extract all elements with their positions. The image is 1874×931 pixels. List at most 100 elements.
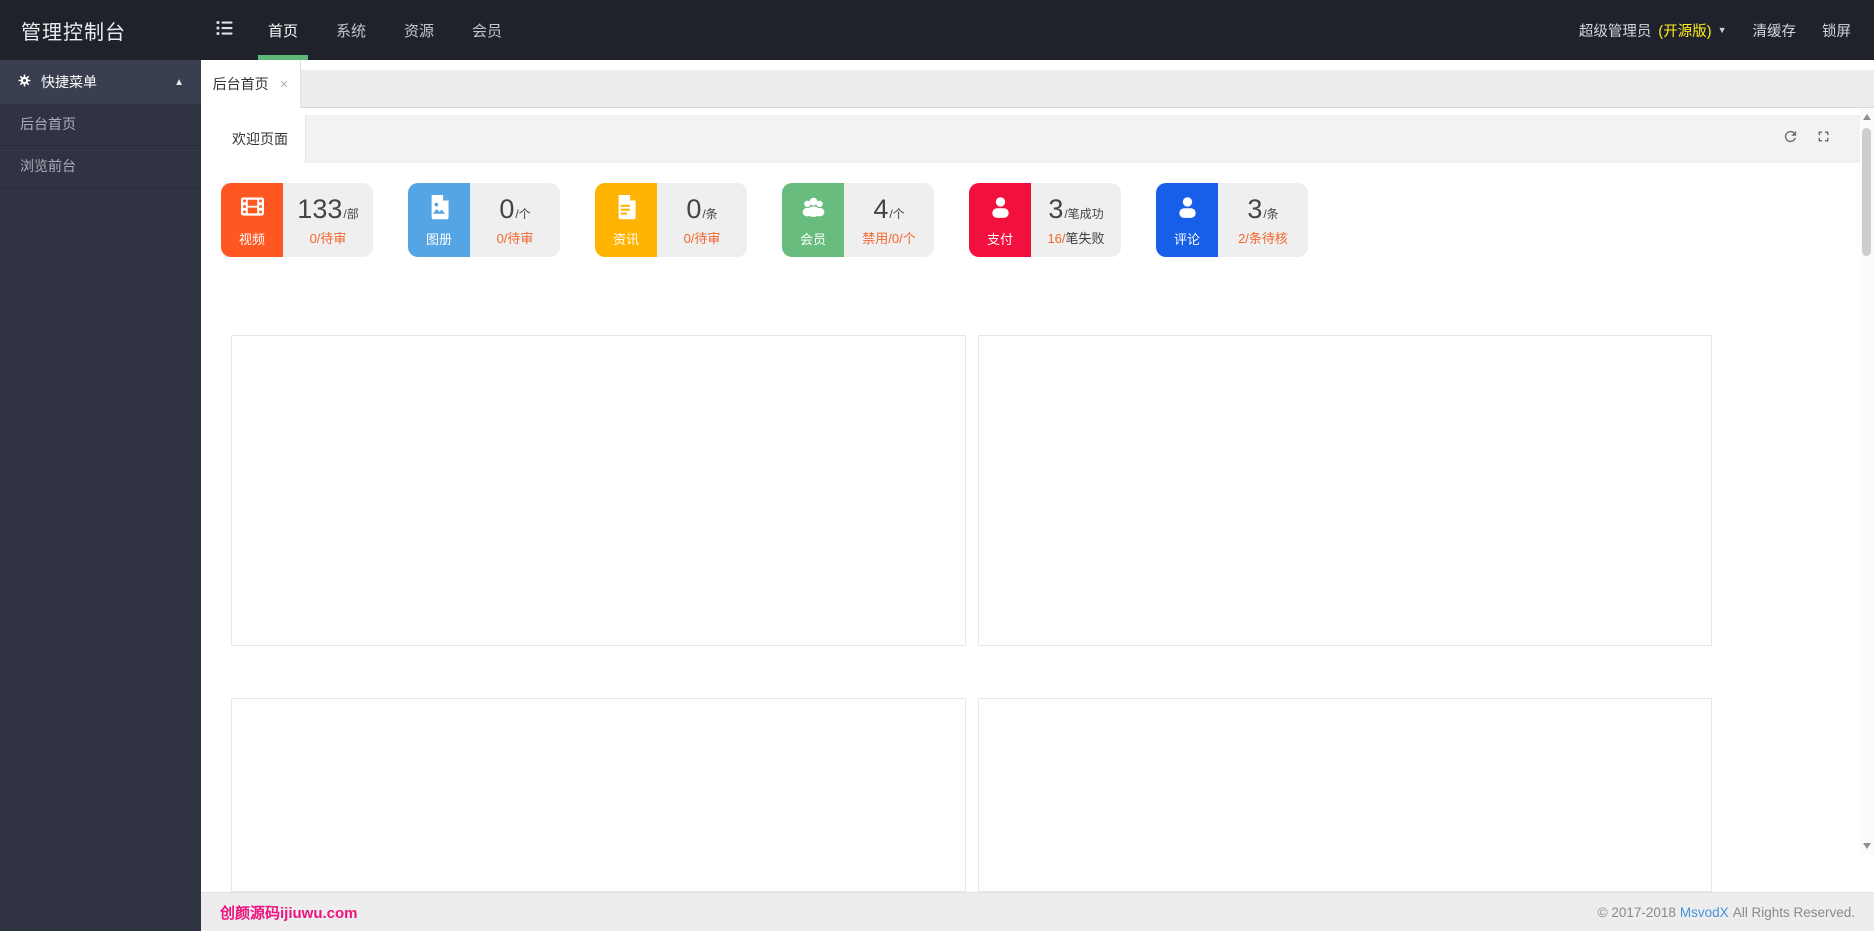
stats-row: 视频 133/部 0/待审 图册 0/个 0/待审 资讯 0 /条 0/待审 会… <box>221 183 1860 257</box>
caret-down-icon: ▼ <box>1717 25 1727 35</box>
stat-info: 0/个 0/待审 <box>470 183 560 257</box>
stat-unit: /笔成功 <box>1064 206 1104 221</box>
stat-value: 3 <box>1247 193 1263 224</box>
stat-value: 4 <box>873 193 889 224</box>
stat-info: 3/条 2/条待核 <box>1218 183 1308 257</box>
sidebar-item-label: 后台首页 <box>20 116 76 132</box>
stat-label: 视频 <box>238 232 265 247</box>
nav-item-home[interactable]: 首页 <box>249 0 317 60</box>
user-icon <box>986 192 1015 226</box>
stat-subtext: 0/待审 <box>309 230 347 246</box>
stat-subtext: 0/待审 <box>496 230 534 246</box>
stat-card-members[interactable]: 会员 4/个 禁用/0/个 <box>782 183 934 257</box>
panels-row-2 <box>231 698 1860 892</box>
menu-toggle-button[interactable] <box>201 0 249 60</box>
footer-site-link[interactable]: 创颜源码ijiuwu.com <box>220 902 358 923</box>
tab-admin-home[interactable]: 后台首页 × <box>201 60 301 108</box>
stat-label: 资讯 <box>612 232 639 247</box>
main-nav: 首页 系统 资源 会员 <box>249 0 521 60</box>
stat-icon-block: 资讯 <box>595 183 657 257</box>
gear-icon <box>17 73 41 91</box>
stat-subtext-rest: 笔失败 <box>1065 230 1105 246</box>
stat-subtext: 2/条待核 <box>1238 230 1288 246</box>
stat-card-news[interactable]: 资讯 0/条 0/待审 <box>595 183 747 257</box>
stat-unit: /部 <box>343 206 359 221</box>
page-tabbar: 后台首页 × <box>201 60 1874 108</box>
stat-label: 会员 <box>799 232 826 247</box>
copyright-suffix: All Rights Reserved. <box>1732 904 1855 920</box>
tab-label: 后台首页 <box>212 76 269 92</box>
photo-icon <box>425 192 454 226</box>
close-icon[interactable]: × <box>280 76 289 93</box>
film-icon <box>238 192 267 226</box>
tab-welcome-page[interactable]: 欢迎页面 <box>215 115 306 163</box>
stat-info: 3/笔成功 16/笔失败 <box>1031 183 1121 257</box>
stat-value: 0 <box>686 193 702 224</box>
sidebar-item-label: 浏览前台 <box>20 158 76 174</box>
stat-value: 0 <box>499 193 515 224</box>
stat-icon-block: 视频 <box>221 183 283 257</box>
welcome-card-header: 欢迎页面 <box>215 115 1860 163</box>
sidebar-item-view-frontend[interactable]: 浏览前台 <box>0 146 201 188</box>
footer-copyright: © 2017-2018 MsvodX All Rights Reserved. <box>1598 905 1855 920</box>
content-scrollbar[interactable] <box>1860 108 1874 855</box>
stat-info: 0/条 0/待审 <box>657 183 747 257</box>
stat-unit: /个 <box>889 206 905 221</box>
user-name: 超级管理员 <box>1578 23 1652 40</box>
sidebar-item-admin-home[interactable]: 后台首页 <box>0 104 201 146</box>
stat-subtext: 16/ <box>1047 230 1066 246</box>
stat-value: 133 <box>297 193 343 224</box>
app-title: 管理控制台 <box>21 21 126 44</box>
stat-icon-block: 图册 <box>408 183 470 257</box>
fullscreen-button[interactable] <box>1814 130 1832 148</box>
dashboard-panel <box>231 698 966 892</box>
stat-subtext: 禁用/0/个 <box>862 230 916 246</box>
welcome-tab-label: 欢迎页面 <box>232 131 288 147</box>
fullscreen-icon <box>1815 128 1832 150</box>
card-tools <box>1781 130 1860 148</box>
nav-item-label: 系统 <box>336 22 367 40</box>
dashboard-panel <box>231 335 966 646</box>
scroll-down-arrow-icon[interactable] <box>1863 843 1871 849</box>
nav-item-label: 会员 <box>472 22 503 40</box>
footer: 创颜源码ijiuwu.com © 2017-2018 MsvodX All Righ… <box>201 892 1874 931</box>
stat-card-gallery[interactable]: 图册 0/个 0/待审 <box>408 183 560 257</box>
nav-item-resource[interactable]: 资源 <box>385 0 453 60</box>
clear-cache-button[interactable]: 清缓存 <box>1740 20 1810 41</box>
stat-unit: /条 <box>1263 206 1279 221</box>
stat-label: 支付 <box>986 232 1013 247</box>
stat-value: 3 <box>1048 193 1064 224</box>
stat-label: 评论 <box>1173 232 1200 247</box>
stat-card-payments[interactable]: 支付 3/笔成功 16/笔失败 <box>969 183 1121 257</box>
panels-row-1 <box>231 335 1860 646</box>
main-area: 后台首页 × 欢迎页面 视频 133 /部 0/待审 图册 0 /个 0/待审 … <box>201 60 1874 931</box>
copyright-prefix: © 2017-2018 <box>1597 904 1676 920</box>
scroll-up-arrow-icon[interactable] <box>1863 114 1871 120</box>
stat-unit: /个 <box>515 206 531 221</box>
stat-info: 133/部 0/待审 <box>283 183 373 257</box>
quick-menu-label: 快捷菜单 <box>41 74 97 90</box>
stat-card-video[interactable]: 视频 133/部 0/待审 <box>221 183 373 257</box>
tab-content: 欢迎页面 视频 133 /部 0/待审 图册 0 /个 0/待审 资讯 0 /条… <box>201 108 1874 931</box>
users-icon <box>799 192 828 226</box>
tabbar-strip <box>201 70 1874 108</box>
edition-badge: (开源版) <box>1658 23 1712 40</box>
dashboard-panel <box>978 698 1712 892</box>
stat-unit: /条 <box>702 206 718 221</box>
stat-subtext: 0/待审 <box>683 230 721 246</box>
footer-brand-link[interactable]: MsvodX <box>1680 905 1729 920</box>
dashboard-panel <box>978 335 1712 646</box>
refresh-button[interactable] <box>1781 130 1799 148</box>
quick-menu-header[interactable]: 快捷菜单 ▲ <box>0 60 201 104</box>
stat-icon-block: 评论 <box>1156 183 1218 257</box>
lock-screen-button[interactable]: 锁屏 <box>1809 20 1864 41</box>
nav-item-member[interactable]: 会员 <box>453 0 521 60</box>
user-dropdown[interactable]: 超级管理员 (开源版) ▼ <box>1566 20 1740 41</box>
stat-card-comments[interactable]: 评论 3/条 2/条待核 <box>1156 183 1308 257</box>
nav-item-label: 资源 <box>404 22 435 40</box>
stat-label: 图册 <box>425 232 452 247</box>
scrollbar-thumb[interactable] <box>1862 128 1871 256</box>
refresh-icon <box>1782 128 1799 150</box>
nav-item-system[interactable]: 系统 <box>317 0 385 60</box>
caret-up-icon: ▲ <box>174 76 184 88</box>
